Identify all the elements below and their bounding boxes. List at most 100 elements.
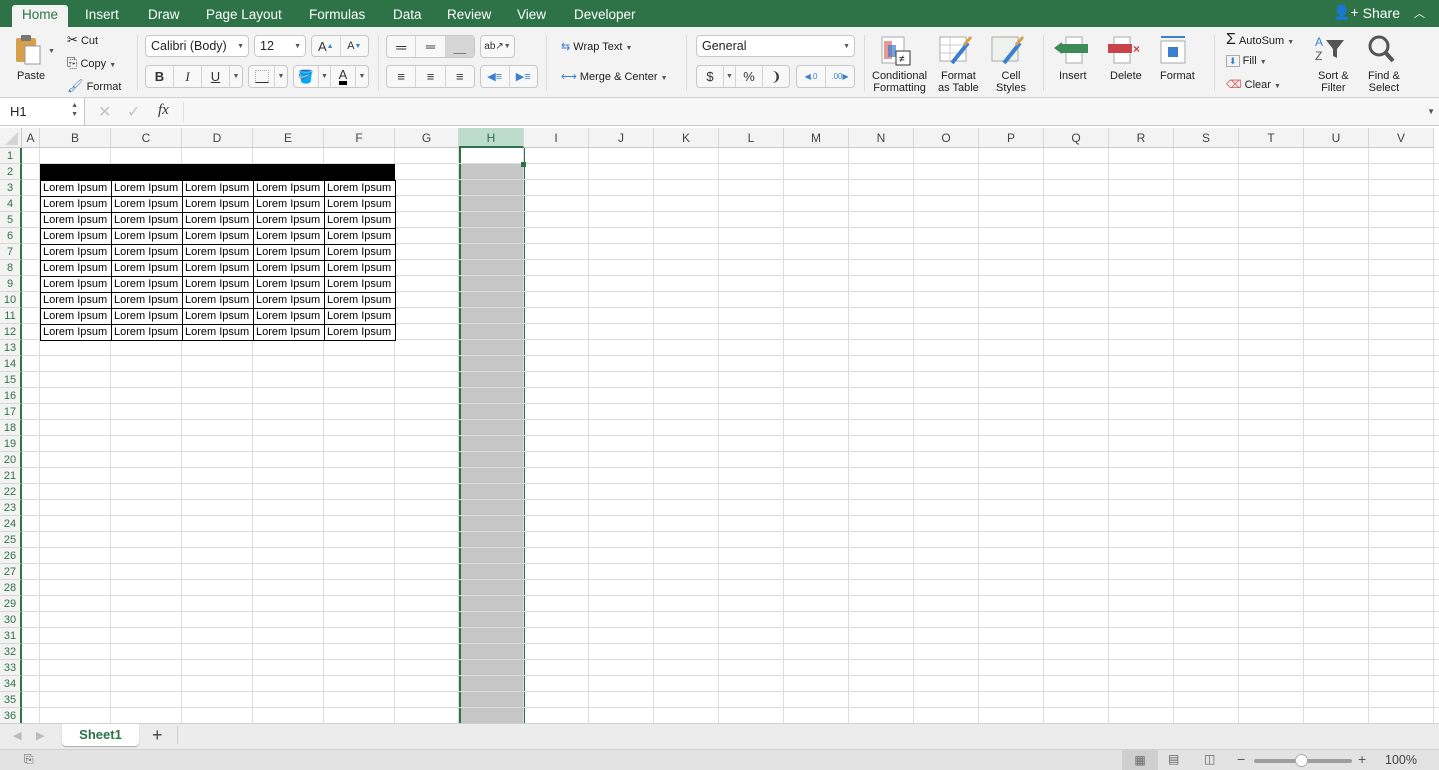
column-header-i[interactable]: I xyxy=(524,128,589,148)
table-cell[interactable]: Lorem Ipsum xyxy=(40,324,112,341)
table-cell[interactable]: Lorem Ipsum xyxy=(40,308,112,325)
row-header-35[interactable]: 35 xyxy=(0,692,22,708)
row-header-9[interactable]: 9 xyxy=(0,276,22,292)
table-cell[interactable]: Lorem Ipsum xyxy=(182,292,254,309)
font-size-select[interactable]: 12 ▼ xyxy=(254,35,306,57)
align-middle-button[interactable]: ═ xyxy=(416,36,446,57)
column-header-b[interactable]: B xyxy=(40,128,111,148)
table-cell[interactable]: Lorem Ipsum xyxy=(182,260,254,277)
delete-cells-button[interactable]: × xyxy=(1106,35,1146,68)
table-cell[interactable]: Lorem Ipsum xyxy=(253,292,325,309)
collapse-ribbon-icon[interactable]: ︿ xyxy=(1414,5,1425,21)
macro-record-icon[interactable]: ⎘ xyxy=(24,752,34,767)
table-cell[interactable]: Lorem Ipsum xyxy=(324,308,396,325)
table-cell[interactable]: Lorem Ipsum xyxy=(182,228,254,245)
number-format-select[interactable]: General ▼ xyxy=(696,35,855,57)
table-cell[interactable]: Lorem Ipsum xyxy=(40,228,112,245)
zoom-in-button[interactable]: + xyxy=(1358,751,1366,767)
table-cell[interactable]: Lorem Ipsum xyxy=(111,196,183,213)
fill-color-dropdown[interactable]: ▼ xyxy=(319,66,331,87)
row-header-23[interactable]: 23 xyxy=(0,500,22,516)
table-cell[interactable]: Lorem Ipsum xyxy=(111,180,183,197)
select-all-corner[interactable] xyxy=(0,128,22,148)
row-header-22[interactable]: 22 xyxy=(0,484,22,500)
font-color-button[interactable]: A xyxy=(331,66,356,87)
table-cell[interactable]: Lorem Ipsum xyxy=(182,244,254,261)
row-header-24[interactable]: 24 xyxy=(0,516,22,532)
table-cell[interactable]: Lorem Ipsum xyxy=(40,180,112,197)
table-cell[interactable]: Lorem Ipsum xyxy=(253,180,325,197)
zoom-out-button[interactable]: − xyxy=(1237,751,1245,767)
row-header-20[interactable]: 20 xyxy=(0,452,22,468)
column-header-f[interactable]: F xyxy=(324,128,395,148)
row-header-31[interactable]: 31 xyxy=(0,628,22,644)
wrap-text-button[interactable]: ⇆ Wrap Text ▼ xyxy=(561,40,632,53)
paste-dropdown-icon[interactable]: ▼ xyxy=(48,48,55,55)
scroll-sheets-left-icon[interactable]: ◀ xyxy=(13,729,21,742)
table-cell[interactable]: Lorem Ipsum xyxy=(253,212,325,229)
share-button[interactable]: 👤+ Share ︿ xyxy=(1333,4,1425,21)
table-cell[interactable]: Lorem Ipsum xyxy=(182,308,254,325)
row-header-3[interactable]: 3 xyxy=(0,180,22,196)
row-header-34[interactable]: 34 xyxy=(0,676,22,692)
table-cell[interactable]: Lorem Ipsum xyxy=(324,260,396,277)
page-break-view-button[interactable]: ◫ xyxy=(1204,752,1215,766)
row-header-32[interactable]: 32 xyxy=(0,644,22,660)
column-header-d[interactable]: D xyxy=(182,128,253,148)
row-header-26[interactable]: 26 xyxy=(0,548,22,564)
align-center-button[interactable]: ≡ xyxy=(416,66,446,87)
increase-decimal-button[interactable]: ◀.0 xyxy=(797,66,826,87)
table-cell[interactable]: Lorem Ipsum xyxy=(182,212,254,229)
fill-color-button[interactable]: 🪣 xyxy=(294,66,319,87)
column-header-l[interactable]: L xyxy=(719,128,784,148)
column-header-h[interactable]: H xyxy=(459,128,524,148)
table-cell[interactable]: Lorem Ipsum xyxy=(111,308,183,325)
table-cell[interactable]: Lorem Ipsum xyxy=(111,260,183,277)
tab-developer[interactable]: Developer xyxy=(564,5,646,27)
table-cell[interactable]: Lorem Ipsum xyxy=(324,292,396,309)
table-cell[interactable]: Lorem Ipsum xyxy=(253,308,325,325)
fill-handle[interactable] xyxy=(521,162,526,167)
cut-button[interactable]: ✂ Cut xyxy=(67,32,98,48)
column-header-o[interactable]: O xyxy=(914,128,979,148)
row-header-6[interactable]: 6 xyxy=(0,228,22,244)
formula-input[interactable] xyxy=(183,102,1423,122)
row-header-28[interactable]: 28 xyxy=(0,580,22,596)
column-header-a[interactable]: A xyxy=(22,128,40,148)
increase-indent-button[interactable]: ▶≡ xyxy=(510,66,538,87)
row-header-16[interactable]: 16 xyxy=(0,388,22,404)
row-header-29[interactable]: 29 xyxy=(0,596,22,612)
column-header-u[interactable]: U xyxy=(1304,128,1369,148)
table-cell[interactable]: Lorem Ipsum xyxy=(40,260,112,277)
clear-button[interactable]: ⌫ Clear ▼ xyxy=(1226,78,1281,91)
table-cell[interactable]: Lorem Ipsum xyxy=(182,180,254,197)
table-cell[interactable]: Lorem Ipsum xyxy=(111,244,183,261)
conditional-formatting-button[interactable]: ≠ xyxy=(880,35,916,70)
column-header-c[interactable]: C xyxy=(111,128,182,148)
column-header-j[interactable]: J xyxy=(589,128,654,148)
scroll-sheets-right-icon[interactable]: ▶ xyxy=(36,729,44,742)
table-cell[interactable]: Lorem Ipsum xyxy=(182,196,254,213)
percent-button[interactable]: % xyxy=(736,66,763,87)
table-cell[interactable]: Lorem Ipsum xyxy=(324,324,396,341)
name-box-stepper-icon[interactable]: ▲ ▼ xyxy=(71,101,78,119)
table-cell[interactable]: Lorem Ipsum xyxy=(253,228,325,245)
normal-view-button[interactable]: ▦ xyxy=(1122,750,1158,770)
column-header-t[interactable]: T xyxy=(1239,128,1304,148)
name-box[interactable]: H1 ▲ ▼ xyxy=(0,98,85,125)
page-layout-view-button[interactable]: ▤ xyxy=(1168,752,1179,766)
row-header-33[interactable]: 33 xyxy=(0,660,22,676)
zoom-slider[interactable] xyxy=(1254,754,1352,767)
decrease-font-size-button[interactable]: A ▼ xyxy=(341,36,369,56)
row-header-25[interactable]: 25 xyxy=(0,532,22,548)
column-header-q[interactable]: Q xyxy=(1044,128,1109,148)
table-cell[interactable]: Lorem Ipsum xyxy=(40,244,112,261)
fill-button[interactable]: ⬇ Fill ▼ xyxy=(1226,55,1267,67)
find-select-button[interactable] xyxy=(1367,34,1407,67)
sheet-tab-sheet1[interactable]: Sheet1 xyxy=(62,724,139,746)
table-cell[interactable]: Lorem Ipsum xyxy=(253,324,325,341)
column-header-e[interactable]: E xyxy=(253,128,324,148)
table-cell[interactable]: Lorem Ipsum xyxy=(324,276,396,293)
comma-style-button[interactable]: ❩ xyxy=(763,66,789,87)
table-cell[interactable]: Lorem Ipsum xyxy=(253,244,325,261)
